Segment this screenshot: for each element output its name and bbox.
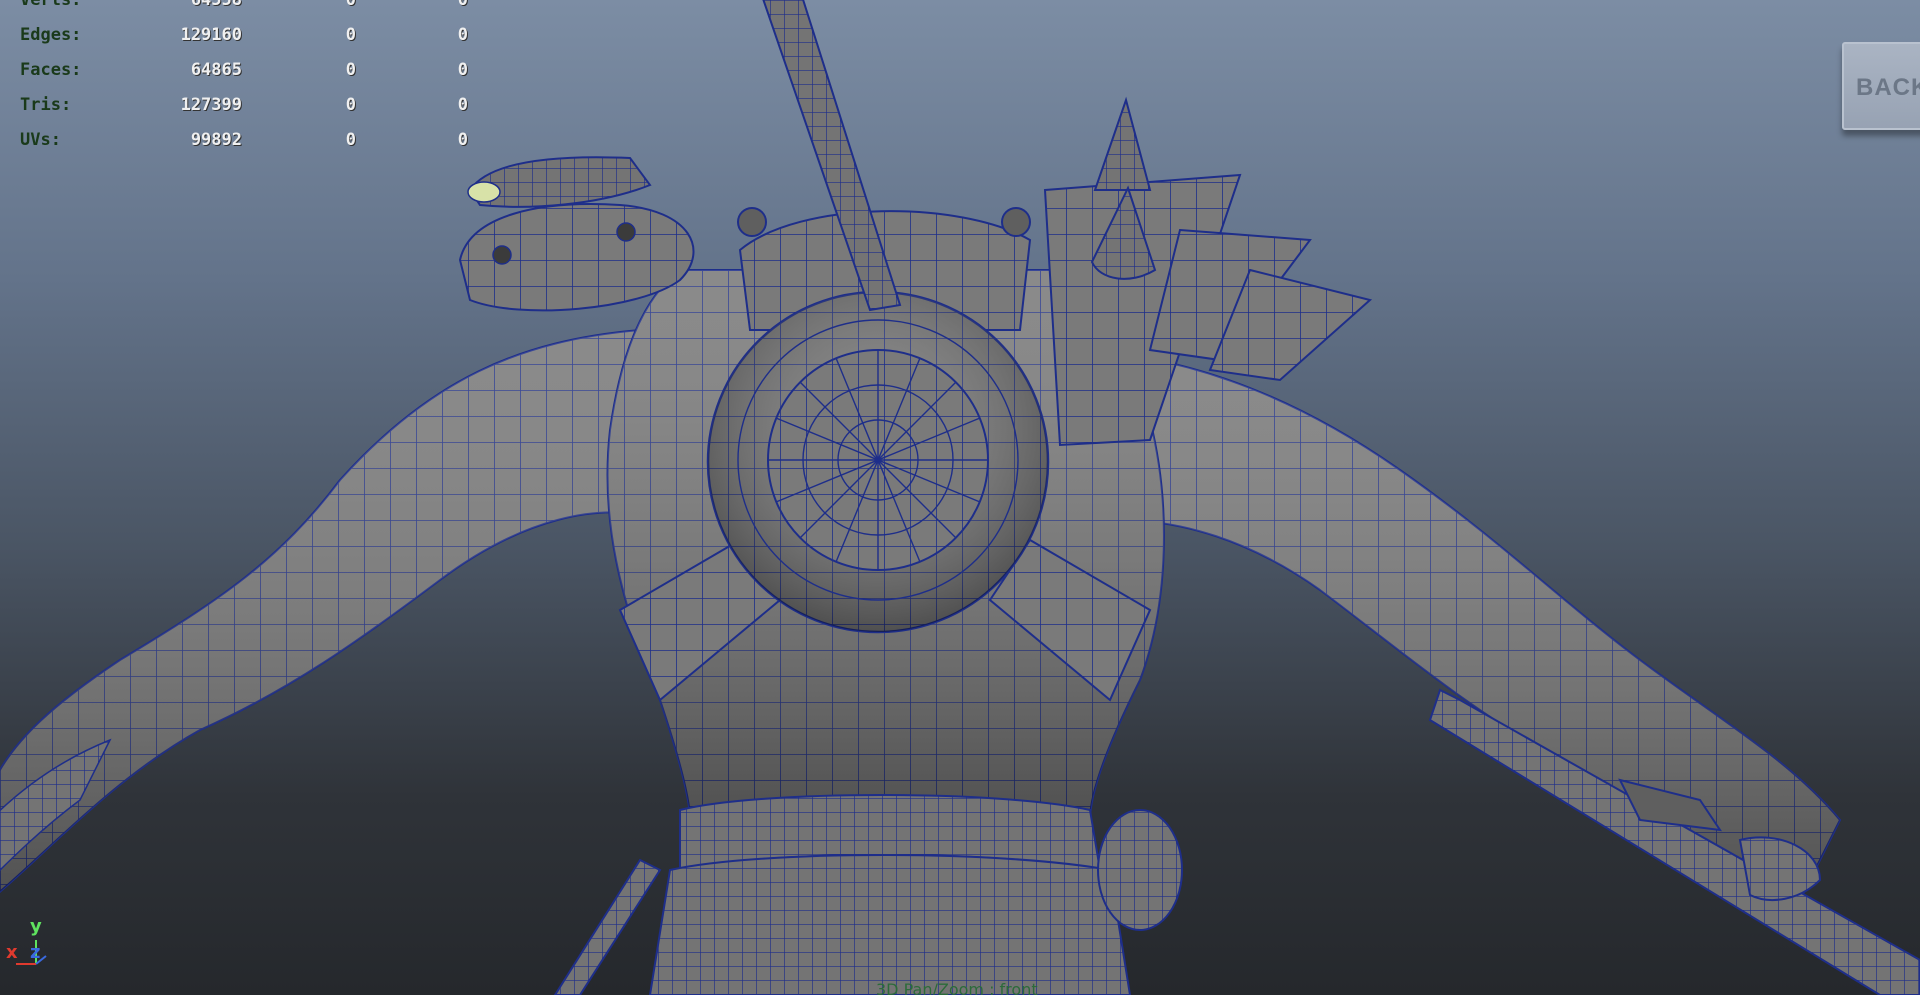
left-arm-mesh bbox=[0, 328, 662, 894]
hud-label: UVs: bbox=[20, 130, 61, 150]
back-button[interactable]: BACK bbox=[1842, 42, 1920, 130]
hud-value: 0 bbox=[457, 25, 468, 45]
3d-viewport[interactable]: Verts: 64558 0 0 Edges: 129160 0 0 Faces… bbox=[0, 0, 1920, 995]
axis-x-label: x bbox=[6, 942, 18, 963]
hud-value: 0 bbox=[345, 25, 356, 45]
hud-row-uvs: UVs: 99892 0 0 bbox=[20, 130, 468, 165]
hud-value: 0 bbox=[457, 130, 468, 150]
axis-y-label: y bbox=[30, 916, 42, 937]
hud-value: 0 bbox=[345, 130, 356, 150]
hud-label: Faces: bbox=[20, 60, 82, 80]
hud-value: 0 bbox=[345, 0, 356, 10]
hud-row-edges: Edges: 129160 0 0 bbox=[20, 25, 468, 60]
hud-label: Tris: bbox=[20, 95, 72, 115]
back-button-label: BACK bbox=[1856, 74, 1920, 101]
left-shoulder-pad-mesh bbox=[458, 156, 695, 312]
hud-value: 64558 bbox=[190, 0, 242, 10]
hud-row-tris: Tris: 127399 0 0 bbox=[20, 95, 468, 130]
hud-value: 127399 bbox=[180, 95, 242, 115]
hud-value: 0 bbox=[457, 0, 468, 10]
hud-value: 0 bbox=[457, 60, 468, 80]
chest-disc-mesh bbox=[706, 290, 1050, 634]
hud-label: Verts: bbox=[20, 0, 82, 10]
hud-row-verts: Verts: 64558 0 0 bbox=[20, 0, 468, 25]
hud-value: 129160 bbox=[180, 25, 242, 45]
hud-value: 99892 bbox=[190, 130, 242, 150]
axis-z-label: z bbox=[30, 942, 41, 963]
right-arm-mesh bbox=[1088, 348, 1920, 995]
hud-value: 64865 bbox=[190, 60, 242, 80]
hud-value: 0 bbox=[345, 95, 356, 115]
axis-gizmo: y x z bbox=[4, 910, 64, 970]
hud-value: 0 bbox=[345, 60, 356, 80]
hud-value: 0 bbox=[457, 95, 468, 115]
hud-row-faces: Faces: 64865 0 0 bbox=[20, 60, 468, 95]
poly-count-hud: Verts: 64558 0 0 Edges: 129160 0 0 Faces… bbox=[20, 0, 468, 165]
camera-mode-label: 3D Pan/Zoom : front bbox=[876, 980, 1038, 995]
hud-label: Edges: bbox=[20, 25, 82, 45]
